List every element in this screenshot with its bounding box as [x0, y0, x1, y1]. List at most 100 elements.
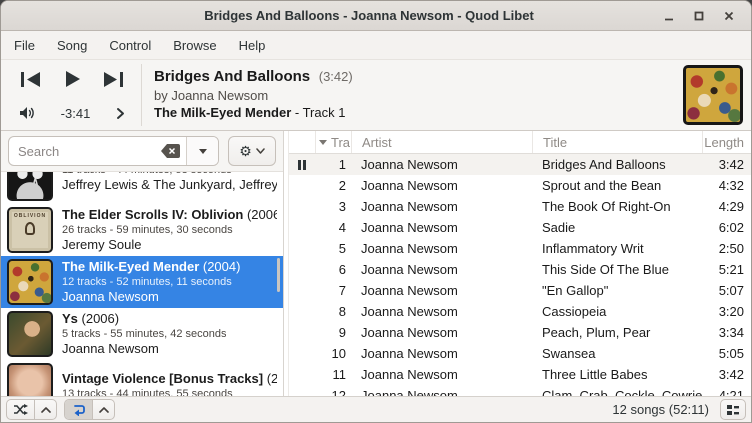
- album-list-item[interactable]: OBLIVION The Elder Scrolls IV: Oblivion …: [1, 204, 283, 256]
- track-cell: 4: [338, 220, 346, 235]
- album-list-item[interactable]: Ys (2006) 5 tracks - 55 minutes, 42 seco…: [1, 308, 283, 360]
- track-cell: 7: [338, 283, 346, 298]
- play-button[interactable]: [62, 68, 83, 90]
- album-list-item[interactable]: 11 tracks - 44 minutes, 53 seconds Jeffr…: [1, 172, 283, 204]
- album-list-item[interactable]: Vintage Violence [Bonus Tracks] (2001) 1…: [1, 360, 283, 396]
- song-count-label: 12 songs (52:11): [612, 402, 709, 417]
- seek-expander-button[interactable]: [114, 105, 127, 122]
- album-list: 11 tracks - 44 minutes, 53 seconds Jeffr…: [1, 172, 283, 396]
- now-playing-info: Bridges And Balloons (3:42) by Joanna Ne…: [142, 60, 683, 130]
- title-cell: Sprout and the Bean: [542, 178, 662, 193]
- playing-indicator-cell: [289, 175, 315, 196]
- title-cell: Bridges And Balloons: [542, 157, 666, 172]
- album-art-thumb: OBLIVION: [7, 207, 53, 253]
- maximize-button[interactable]: [689, 6, 709, 26]
- volume-icon: [20, 107, 34, 119]
- browser-preferences-button[interactable]: ⚙: [228, 136, 276, 166]
- header-artist[interactable]: Artist: [351, 131, 532, 153]
- title-cell: This Side Of The Blue: [542, 262, 669, 277]
- table-row[interactable]: 9 Joanna Newsom Peach, Plum, Pear 3:34: [289, 322, 751, 343]
- album-info: The Milk-Eyed Mender (2004) 12 tracks - …: [62, 259, 240, 305]
- album-artist: Joanna Newsom: [62, 289, 159, 304]
- repeat-button[interactable]: [65, 400, 92, 419]
- length-cell: 3:20: [718, 304, 744, 319]
- album-artist: Jeffrey Lewis & The Junkyard, Jeffrey …: [62, 177, 277, 192]
- header-title[interactable]: Title: [532, 131, 702, 153]
- playing-indicator-cell: [289, 364, 315, 385]
- album-list-scrollbar[interactable]: [277, 258, 280, 292]
- title-cell: Cassiopeia: [542, 304, 607, 319]
- header-playing-indicator[interactable]: [289, 131, 315, 153]
- track-cell: 9: [338, 325, 346, 340]
- table-row[interactable]: 8 Joanna Newsom Cassiopeia 3:20: [289, 301, 751, 322]
- album-browser-pane: ⚙ 11 tracks - 44 minutes, 53 seconds Jef…: [1, 131, 284, 396]
- chevron-right-icon: [116, 107, 124, 119]
- album-title: Ys: [62, 311, 78, 326]
- next-icon: [104, 71, 123, 87]
- album-info: 11 tracks - 44 minutes, 53 seconds Jeffr…: [62, 172, 277, 193]
- length-cell: 5:21: [718, 262, 744, 277]
- titlebar[interactable]: Bridges And Balloons - Joanna Newsom - Q…: [1, 1, 751, 31]
- queue-button[interactable]: [720, 399, 746, 420]
- header-track-label: Tra: [331, 134, 351, 150]
- search-input[interactable]: [9, 137, 159, 165]
- clear-backspace-icon: [161, 144, 180, 158]
- song-album-line: The Milk-Eyed Mender - Track 1: [154, 104, 675, 122]
- menu-control[interactable]: Control: [98, 31, 162, 59]
- title-cell: Inflammatory Writ: [542, 241, 644, 256]
- artist-cell: Joanna Newsom: [361, 220, 458, 235]
- table-row[interactable]: 2 Joanna Newsom Sprout and the Bean 4:32: [289, 175, 751, 196]
- artist-cell: Joanna Newsom: [361, 304, 458, 319]
- album-title-line: Ys (2006): [62, 311, 226, 327]
- repeat-options-button[interactable]: [92, 400, 114, 419]
- playing-indicator-cell: [289, 322, 315, 343]
- table-row[interactable]: 12 Joanna Newsom Clam, Crab, Cockle, Cow…: [289, 385, 751, 396]
- length-cell: 3:42: [718, 367, 744, 382]
- album-year: (2006): [246, 207, 277, 222]
- track-cell: 2: [338, 178, 346, 193]
- header-length[interactable]: Length: [702, 131, 751, 153]
- table-row[interactable]: 6 Joanna Newsom This Side Of The Blue 5:…: [289, 259, 751, 280]
- table-row[interactable]: 7 Joanna Newsom "En Gallop" 5:07: [289, 280, 751, 301]
- menu-browse[interactable]: Browse: [162, 31, 227, 59]
- menu-song[interactable]: Song: [46, 31, 98, 59]
- table-row[interactable]: 4 Joanna Newsom Sadie 6:02: [289, 217, 751, 238]
- maximize-icon: [694, 11, 704, 20]
- song-artist-line: by Joanna Newsom: [154, 88, 269, 103]
- album-artist: Jeremy Soule: [62, 237, 142, 252]
- playback-controls: -3:41: [1, 60, 141, 130]
- shuffle-options-button[interactable]: [34, 400, 56, 419]
- track-cell: 10: [331, 346, 346, 361]
- track-cell: 3: [338, 199, 346, 214]
- table-row[interactable]: 3 Joanna Newsom The Book Of Right-On 4:2…: [289, 196, 751, 217]
- search-dropdown-button[interactable]: [186, 137, 218, 165]
- chevron-up-icon: [98, 406, 109, 413]
- search-bar: ⚙: [1, 131, 283, 171]
- menu-help[interactable]: Help: [228, 31, 277, 59]
- artist-cell: Joanna Newsom: [361, 325, 458, 340]
- album-list-item[interactable]: The Milk-Eyed Mender (2004) 12 tracks - …: [1, 256, 283, 308]
- album-details: 26 tracks - 59 minutes, 30 seconds: [62, 224, 233, 236]
- pause-icon: [298, 159, 306, 170]
- artist-cell: Joanna Newsom: [361, 388, 458, 396]
- menu-file[interactable]: File: [3, 31, 46, 59]
- table-row[interactable]: 5 Joanna Newsom Inflammatory Writ 2:50: [289, 238, 751, 259]
- table-row[interactable]: 11 Joanna Newsom Three Little Babes 3:42: [289, 364, 751, 385]
- volume-button[interactable]: [17, 104, 37, 122]
- next-button[interactable]: [101, 69, 127, 90]
- table-row[interactable]: 10 Joanna Newsom Swansea 5:05: [289, 343, 751, 364]
- album-art-label: OBLIVION: [13, 213, 47, 219]
- artist-cell: Joanna Newsom: [361, 283, 458, 298]
- clear-search-button[interactable]: [159, 144, 186, 158]
- playing-indicator-cell: [289, 343, 315, 364]
- title-cell: Sadie: [542, 220, 576, 235]
- minimize-button[interactable]: [659, 6, 679, 26]
- table-row[interactable]: 1 Joanna Newsom Bridges And Balloons 3:4…: [289, 154, 751, 175]
- album-title: Vintage Violence [Bonus Tracks]: [62, 371, 264, 386]
- shuffle-button[interactable]: [7, 400, 34, 419]
- previous-button[interactable]: [17, 69, 43, 90]
- header-track[interactable]: Tra: [315, 131, 351, 153]
- title-cell: The Book Of Right-On: [542, 199, 671, 214]
- track-cell: 12: [331, 388, 346, 396]
- close-button[interactable]: [719, 6, 739, 26]
